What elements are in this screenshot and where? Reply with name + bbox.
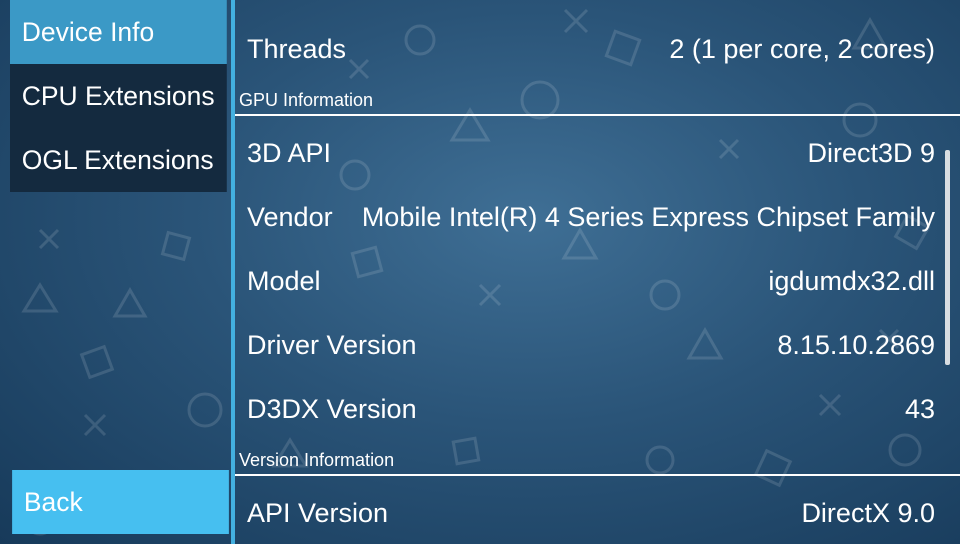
triangle-icon	[21, 282, 59, 313]
row-label: API Version	[247, 498, 389, 528]
info-row-model[interactable]: Model igdumdx32.dll	[235, 249, 947, 313]
info-row-threads[interactable]: Threads 2 (1 per core, 2 cores)	[235, 17, 947, 81]
info-row-api-version[interactable]: API Version DirectX 9.0	[235, 481, 947, 544]
tab-device-info[interactable]: Device Info	[10, 0, 227, 64]
section-title: GPU Information	[239, 90, 374, 110]
info-row-3d-api[interactable]: 3D API Direct3D 9	[235, 121, 947, 185]
row-value: igdumdx32.dll	[768, 266, 935, 296]
row-label: Threads	[247, 34, 347, 64]
info-row-driver-version[interactable]: Driver Version 8.15.10.2869	[235, 313, 947, 377]
circle-icon	[187, 392, 223, 428]
info-row-d3dx-version[interactable]: D3DX Version 43	[235, 377, 947, 441]
row-value: 8.15.10.2869	[777, 330, 935, 360]
settings-screen: Device Info CPU Extensions OGL Extension…	[0, 0, 960, 544]
section-header-version: Version Information	[235, 448, 960, 476]
row-value: 2 (1 per core, 2 cores)	[669, 34, 935, 64]
row-label: Driver Version	[247, 330, 417, 360]
row-label: D3DX Version	[247, 394, 417, 424]
cross-icon	[38, 228, 60, 250]
row-value: 43	[904, 394, 935, 424]
row-value: Mobile Intel(R) 4 Series Express Chipset…	[361, 202, 935, 232]
device-info-list[interactable]: Threads 2 (1 per core, 2 cores) GPU Info…	[235, 0, 960, 544]
row-label: Vendor	[247, 202, 333, 232]
square-icon	[160, 230, 192, 262]
row-label: Model	[247, 266, 321, 296]
row-value: Direct3D 9	[807, 138, 935, 168]
row-label: 3D API	[247, 138, 332, 168]
sidebar-menu: Device Info CPU Extensions OGL Extension…	[10, 0, 231, 192]
scrollbar[interactable]	[945, 150, 950, 365]
section-rule	[235, 114, 960, 116]
section-rule	[235, 474, 960, 476]
cross-icon	[83, 413, 107, 437]
back-button[interactable]: Back	[12, 470, 229, 534]
triangle-icon	[112, 286, 148, 318]
section-header-gpu: GPU Information	[235, 88, 960, 116]
tab-ogl-extensions[interactable]: OGL Extensions	[10, 128, 227, 192]
tab-cpu-extensions[interactable]: CPU Extensions	[10, 64, 227, 128]
info-row-vendor[interactable]: Vendor Mobile Intel(R) 4 Series Express …	[235, 185, 947, 249]
section-title: Version Information	[239, 450, 395, 470]
square-icon	[79, 344, 115, 380]
row-value: DirectX 9.0	[801, 498, 935, 528]
